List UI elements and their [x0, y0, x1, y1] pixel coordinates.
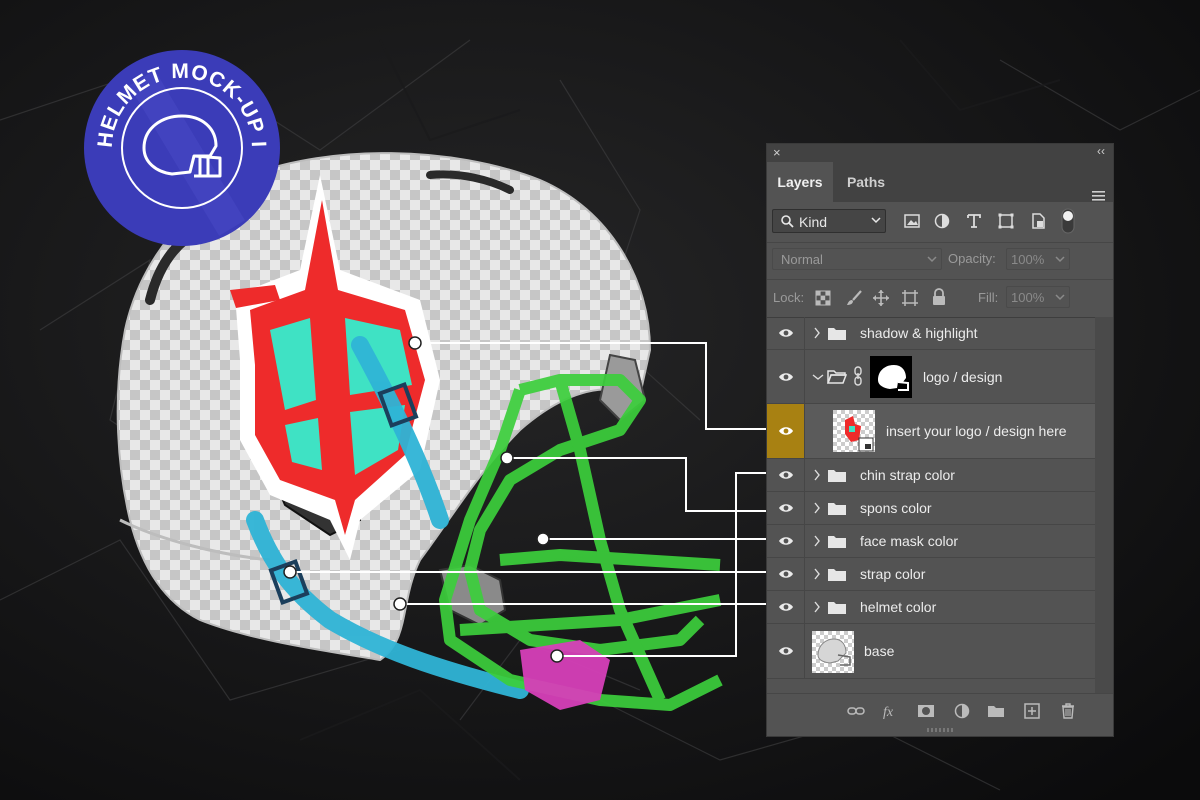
layer-name: spons color	[860, 500, 932, 516]
lock-row: Lock: Fill: 100%	[767, 279, 1113, 318]
link-chain-icon[interactable]	[853, 366, 863, 386]
lock-artboard-icon[interactable]	[901, 289, 919, 307]
tab-paths[interactable]: Paths	[833, 162, 899, 202]
lock-all-icon[interactable]	[931, 288, 947, 306]
mask-thumbnail[interactable]	[870, 356, 912, 398]
folder-icon	[828, 602, 846, 614]
panel-tabs: Layers Paths	[767, 162, 1113, 202]
layer-name: base	[864, 643, 895, 659]
opacity-label: Opacity:	[948, 251, 996, 266]
lock-position-move-icon[interactable]	[872, 289, 890, 307]
chevron-right-icon[interactable]	[813, 601, 821, 613]
layer-effects-fx-icon[interactable]: fx	[881, 703, 899, 719]
panel-menu-icon[interactable]	[1092, 191, 1105, 201]
kind-filter-select[interactable]: Kind	[772, 209, 886, 233]
layer-name: face mask color	[860, 533, 959, 549]
layer-name: insert your logo / design here	[886, 423, 1067, 439]
close-icon[interactable]: ×	[773, 145, 781, 160]
visibility-eye-icon[interactable]	[767, 492, 805, 524]
fill-value: 100%	[1011, 290, 1045, 305]
layer-row[interactable]: spons color	[767, 492, 1095, 525]
kind-label: Kind	[799, 214, 828, 230]
visibility-eye-icon[interactable]	[767, 350, 805, 403]
folder-icon	[828, 470, 846, 482]
layer-name: strap color	[860, 566, 926, 582]
layer-row[interactable]: strap color	[767, 558, 1095, 591]
adjustment-filter-icon[interactable]	[933, 212, 951, 230]
chevron-right-icon[interactable]	[813, 502, 821, 514]
blend-row: Normal Opacity: 100%	[767, 242, 1113, 280]
chevron-down-icon[interactable]	[812, 373, 824, 381]
layer-row-selected[interactable]: insert your logo / design here	[767, 404, 1095, 459]
chevron-right-icon[interactable]	[813, 327, 821, 339]
chevron-down-icon	[871, 217, 881, 224]
layer-row[interactable]: base	[767, 624, 1095, 679]
filter-toggle-icon[interactable]	[1061, 208, 1075, 234]
panel-title-bar: × ‹‹	[767, 144, 1113, 162]
image-filter-icon[interactable]	[903, 212, 921, 230]
layer-name: logo / design	[923, 369, 1003, 385]
open-folder-icon	[827, 370, 847, 384]
visibility-eye-icon[interactable]	[767, 404, 805, 458]
type-filter-icon[interactable]	[965, 212, 983, 230]
mockup-badge: HELMET MOCK-UP INCLUDED	[82, 48, 280, 246]
visibility-eye-icon[interactable]	[767, 317, 805, 349]
search-icon	[781, 215, 794, 228]
resize-grip-icon[interactable]	[927, 728, 953, 732]
new-layer-icon[interactable]	[1023, 703, 1041, 719]
add-mask-icon[interactable]	[917, 703, 935, 719]
visibility-eye-icon[interactable]	[767, 558, 805, 590]
lock-label: Lock:	[773, 290, 805, 305]
folder-icon	[828, 569, 846, 581]
layer-row[interactable]: logo / design	[767, 350, 1095, 404]
blend-mode-select[interactable]: Normal	[772, 248, 942, 270]
layer-row[interactable]: chin strap color	[767, 459, 1095, 492]
smart-object-filter-icon[interactable]	[1029, 212, 1047, 230]
visibility-eye-icon[interactable]	[767, 525, 805, 557]
lock-pixels-brush-icon[interactable]	[845, 289, 863, 307]
shape-filter-icon[interactable]	[997, 212, 1015, 230]
chevron-down-icon	[1055, 256, 1065, 263]
layers-scrollbar[interactable]	[1095, 317, 1113, 693]
folder-icon	[828, 503, 846, 515]
chevron-right-icon[interactable]	[813, 535, 821, 547]
adjustment-layer-icon[interactable]	[953, 703, 971, 719]
layer-row[interactable]: shadow & highlight	[767, 317, 1095, 350]
layer-name: shadow & highlight	[860, 325, 978, 341]
layer-row[interactable]: helmet color	[767, 591, 1095, 624]
new-group-folder-icon[interactable]	[987, 703, 1005, 719]
fill-field[interactable]: 100%	[1006, 286, 1070, 308]
blend-mode-value: Normal	[781, 252, 823, 267]
layers-panel: × ‹‹ Layers Paths Kind Normal Opacity: 1…	[766, 143, 1114, 737]
visibility-eye-icon[interactable]	[767, 459, 805, 491]
folder-icon	[828, 536, 846, 548]
chevron-down-icon	[1055, 294, 1065, 301]
svg-text:fx: fx	[883, 705, 894, 719]
filter-row: Kind	[767, 202, 1113, 243]
lock-transparency-icon[interactable]	[815, 290, 831, 306]
tab-layers[interactable]: Layers	[767, 162, 833, 202]
panel-bottom-toolbar: fx	[767, 693, 1113, 728]
layers-list: shadow & highlight logo / design insert …	[767, 317, 1113, 693]
chevron-right-icon[interactable]	[813, 568, 821, 580]
smart-object-thumbnail[interactable]	[833, 410, 875, 452]
layer-name: chin strap color	[860, 467, 955, 483]
opacity-field[interactable]: 100%	[1006, 248, 1070, 270]
opacity-value: 100%	[1011, 252, 1045, 267]
base-layer-thumbnail[interactable]	[812, 631, 854, 673]
visibility-eye-icon[interactable]	[767, 591, 805, 623]
chevron-down-icon	[927, 256, 937, 263]
layer-name: helmet color	[860, 599, 937, 615]
delete-trash-icon[interactable]	[1059, 703, 1077, 719]
folder-icon	[828, 328, 846, 340]
collapse-icon[interactable]: ‹‹	[1097, 144, 1105, 158]
fill-label: Fill:	[978, 290, 999, 305]
link-layers-icon[interactable]	[847, 703, 865, 719]
layer-row[interactable]: face mask color	[767, 525, 1095, 558]
visibility-eye-icon[interactable]	[767, 624, 805, 678]
chevron-right-icon[interactable]	[813, 469, 821, 481]
